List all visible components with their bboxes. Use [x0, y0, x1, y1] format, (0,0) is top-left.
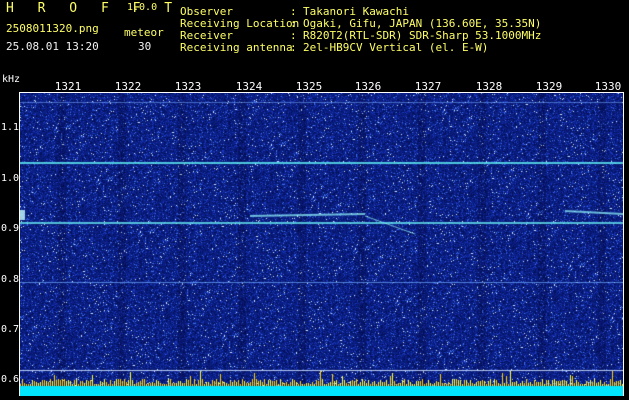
y-tick-label: 1.0	[1, 173, 20, 184]
file-name: 2508011320.png	[6, 22, 99, 35]
file-datetime: 25.08.01 13:20	[6, 40, 99, 53]
meteor-count: 30	[138, 40, 152, 53]
y-tick-label: 0.8	[1, 274, 20, 285]
y-tick-label: 0.7	[1, 324, 20, 335]
y-axis-line	[19, 92, 20, 396]
spectrogram-plot	[20, 92, 623, 396]
y-tick-label: 1.1	[1, 122, 20, 133]
y-axis-unit: kHz	[2, 74, 21, 85]
info-sep: :	[290, 41, 297, 54]
info-value-antenna: 2el-HB9CV Vertical (el. E-W)	[303, 41, 489, 54]
spectrogram-canvas	[20, 92, 623, 396]
x-axis-line	[19, 92, 624, 93]
plot-right-border	[623, 92, 624, 396]
y-tick-label: 0.6	[1, 374, 20, 385]
meteor-label: meteor	[124, 26, 164, 39]
info-key-antenna: Receiving antenna	[180, 41, 293, 54]
app-version: 1.0.0	[127, 2, 158, 13]
y-tick-label: 0.9	[1, 223, 20, 234]
